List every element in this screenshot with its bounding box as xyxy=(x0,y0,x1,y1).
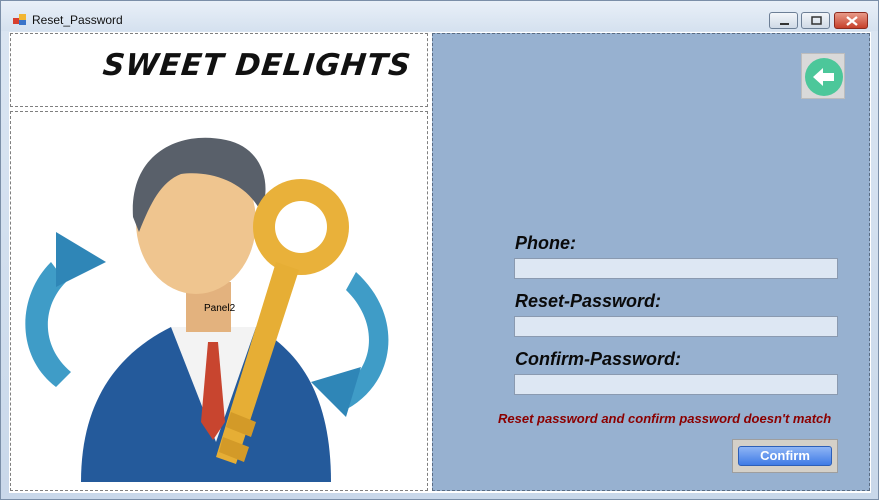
confirm-button[interactable]: Confirm xyxy=(738,446,832,466)
maximize-button[interactable] xyxy=(801,12,830,29)
reset-password-label: Reset-Password: xyxy=(515,291,662,311)
window-title: Reset_Password xyxy=(32,13,123,27)
phone-input[interactable] xyxy=(514,258,838,279)
brand-logo-text: SWEET DELIGHTS xyxy=(101,48,413,83)
confirm-button-frame: Confirm xyxy=(732,439,838,473)
minimize-button[interactable] xyxy=(769,12,798,29)
minimize-icon xyxy=(780,23,789,25)
reset-password-input[interactable] xyxy=(514,316,838,337)
app-icon xyxy=(13,13,27,25)
back-arrow-icon xyxy=(805,58,843,96)
panel-name-label: Panel2 xyxy=(204,303,236,314)
confirm-password-input[interactable] xyxy=(514,374,838,395)
reset-password-window: Reset_Password SWEET DELIGHTS Panel2 Pho… xyxy=(0,0,879,500)
back-button[interactable] xyxy=(801,53,845,99)
close-button[interactable] xyxy=(834,12,868,29)
phone-label: Phone: xyxy=(515,233,576,253)
maximize-icon xyxy=(811,16,822,25)
user-key-reset-icon xyxy=(25,137,389,482)
close-icon xyxy=(846,16,858,26)
image-panel: Panel2 xyxy=(10,111,428,491)
password-mismatch-error: Reset password and confirm password does… xyxy=(498,411,832,426)
title-bar[interactable]: Reset_Password xyxy=(1,1,878,31)
form-panel: Phone: Reset-Password: Confirm-Password:… xyxy=(432,33,870,491)
confirm-password-label: Confirm-Password: xyxy=(515,349,682,369)
logo-panel: SWEET DELIGHTS xyxy=(10,33,428,107)
